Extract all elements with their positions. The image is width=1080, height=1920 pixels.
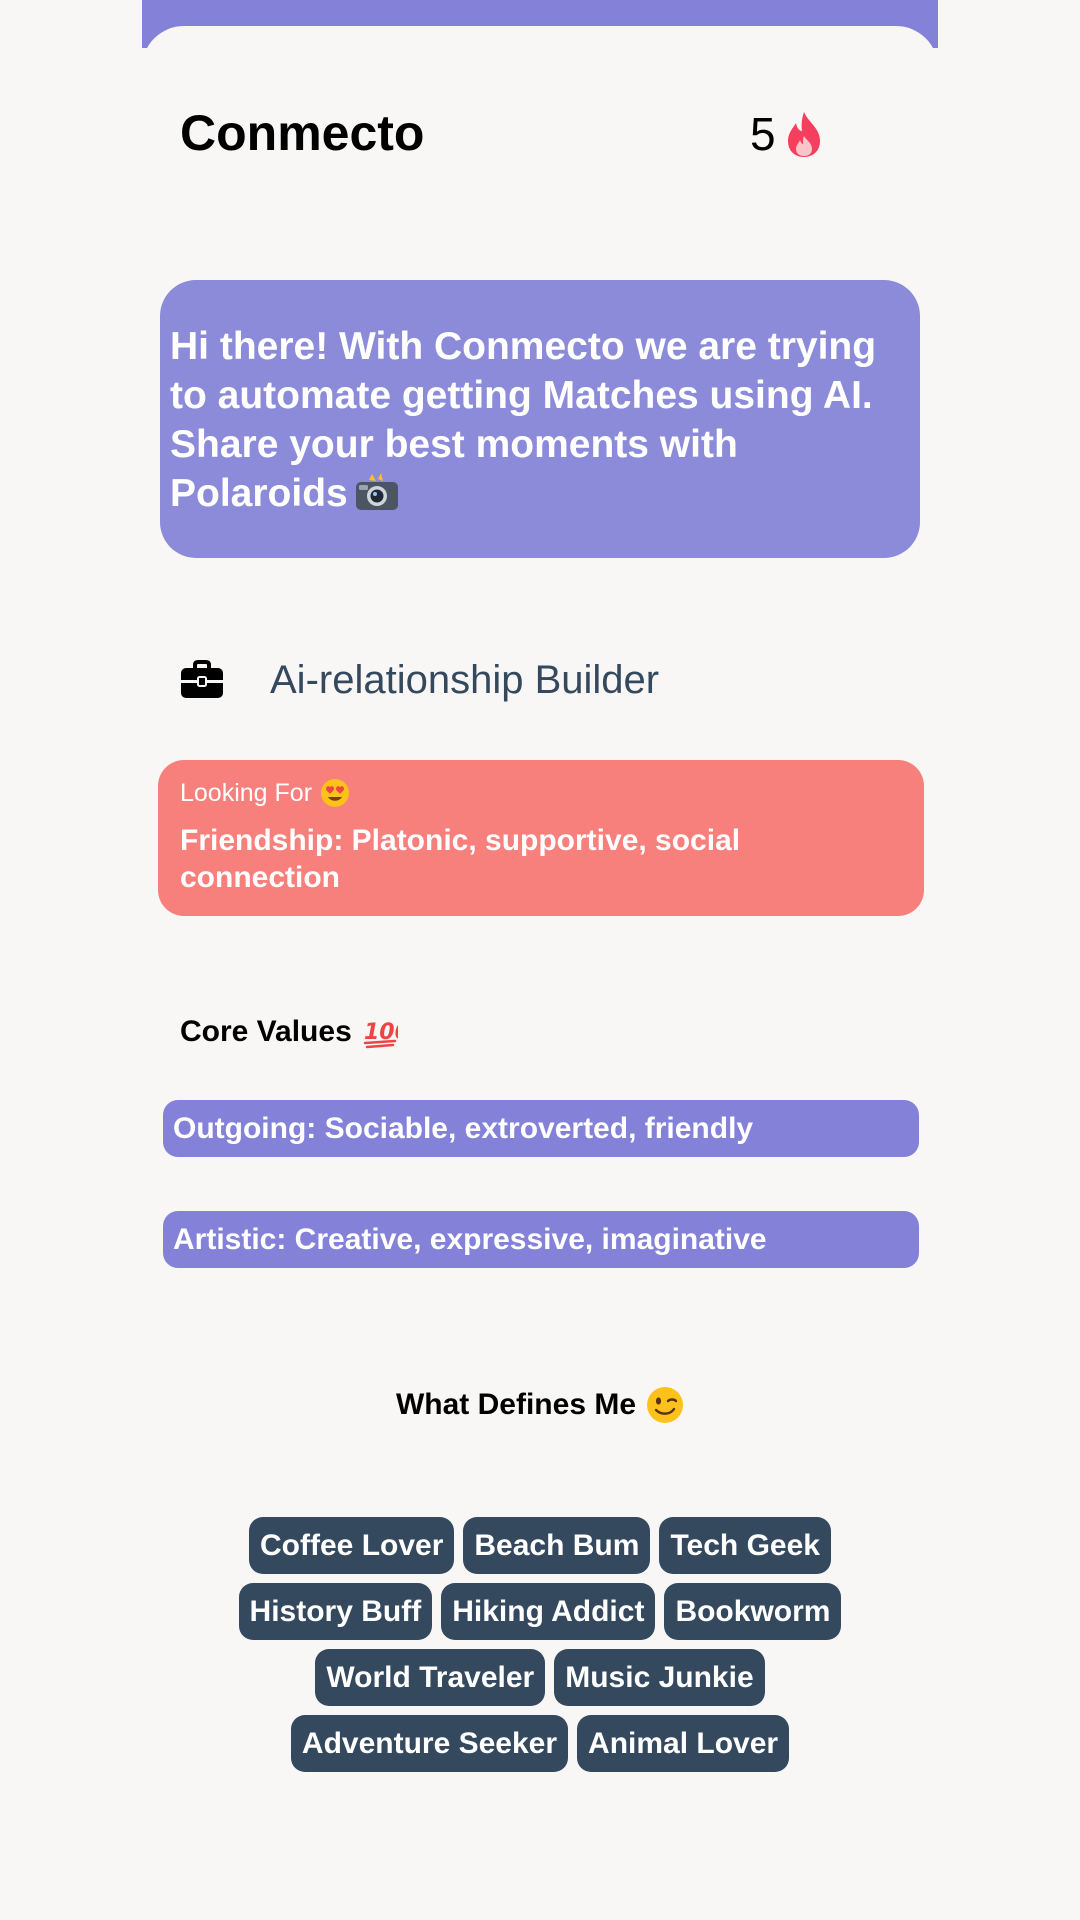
hundred-points-icon: 100 — [363, 1020, 398, 1049]
looking-for-label-row: Looking For — [180, 774, 902, 812]
interest-tag[interactable]: Hiking Addict — [441, 1583, 656, 1640]
streak-count: 5 — [750, 108, 776, 160]
defines-me-header: What Defines Me — [0, 1380, 1080, 1430]
profile-screen: Conmecto 5 Hi there! With Conmecto we ar… — [0, 0, 1080, 1920]
looking-for-label: Looking For — [180, 779, 313, 807]
core-values-title: Core Values — [180, 1015, 352, 1048]
interest-tag[interactable]: Music Junkie — [554, 1649, 765, 1706]
heart-eyes-icon — [321, 779, 350, 807]
defines-me-title: What Defines Me — [395, 1388, 637, 1421]
intro-message: Hi there! With Conmecto we are trying to… — [170, 322, 910, 518]
interest-tags: Coffee Lover Beach Bum Tech Geek History… — [210, 1517, 870, 1772]
core-value-item[interactable]: Artistic: Creative, expressive, imaginat… — [163, 1211, 919, 1268]
core-value-item[interactable]: Outgoing: Sociable, extroverted, friendl… — [163, 1100, 919, 1157]
flame-icon — [787, 112, 820, 157]
interest-tag[interactable]: Tech Geek — [659, 1517, 831, 1574]
briefcase-icon — [181, 660, 223, 698]
looking-for-card[interactable]: Looking For Friendship: Platonic, suppor… — [158, 760, 924, 916]
relationship-builder-header: Ai-relationship Builder — [180, 650, 659, 710]
winking-face-icon — [647, 1387, 684, 1423]
interest-tag[interactable]: Coffee Lover — [249, 1517, 455, 1574]
camera-flash-icon — [355, 473, 398, 510]
section-title: Ai-relationship Builder — [270, 657, 660, 702]
core-values-header: Core Values 100 — [180, 1010, 398, 1054]
interest-tag[interactable]: Bookworm — [664, 1583, 842, 1640]
interest-tag[interactable]: Adventure Seeker — [290, 1715, 569, 1772]
interest-tag[interactable]: History Buff — [238, 1583, 433, 1640]
interest-tag[interactable]: Animal Lover — [577, 1715, 790, 1772]
intro-message-card: Hi there! With Conmecto we are trying to… — [160, 280, 920, 558]
intro-message-text: Hi there! With Conmecto we are trying to… — [170, 325, 877, 515]
streak-counter[interactable]: 5 — [750, 104, 824, 164]
looking-for-value: Friendship: Platonic, supportive, social… — [180, 824, 741, 894]
app-title: Conmecto — [180, 105, 425, 161]
interest-tag[interactable]: World Traveler — [315, 1649, 546, 1706]
interest-tag[interactable]: Beach Bum — [463, 1517, 651, 1574]
